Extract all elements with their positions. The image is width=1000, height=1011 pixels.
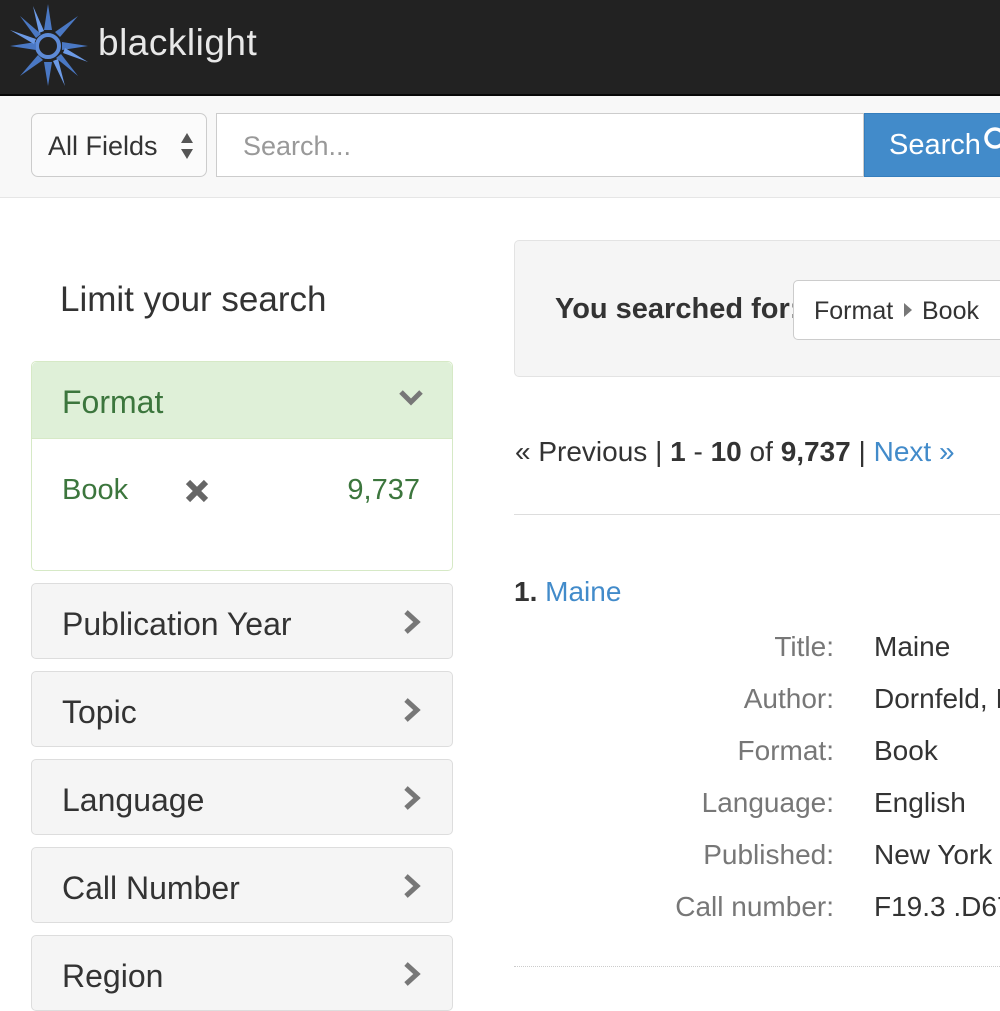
facet-format-header[interactable]: Format <box>32 362 452 439</box>
sun-logo-icon[interactable] <box>8 2 90 88</box>
facet-language[interactable]: Language <box>31 759 453 835</box>
facet-selected-value: Book <box>62 474 129 506</box>
constraint-format-book[interactable]: Format Book <box>793 280 1000 340</box>
chevron-right-icon <box>904 303 912 317</box>
facet-selected-count: 9,737 <box>347 474 420 506</box>
field-value: New York <box>874 839 993 870</box>
facet-publication-year[interactable]: Publication Year <box>31 583 453 659</box>
facet-call-number[interactable]: Call Number <box>31 847 453 923</box>
page-start: 1 <box>670 436 686 467</box>
facet-topic[interactable]: Topic <box>31 671 453 747</box>
search-button-label: Search <box>889 129 981 161</box>
result-field-row: Language: English <box>514 787 1000 827</box>
facet-label: Call Number <box>62 870 240 906</box>
field-value: Maine <box>874 631 951 662</box>
field-label: Published: <box>703 839 834 870</box>
field-label: Language: <box>701 787 834 818</box>
pagination: « Previous | 1 - 10 of 9,737 | Next » <box>515 436 955 468</box>
page-end: 10 <box>710 436 742 467</box>
chevron-right-icon <box>404 610 421 634</box>
constraint-field: Format <box>814 297 894 325</box>
search-field-select[interactable]: All Fields <box>31 113 207 177</box>
search-form: All Fields Search... Search <box>0 96 1000 198</box>
search-icon <box>984 127 1000 149</box>
search-constraints: You searched for: Format Book <box>514 240 1000 377</box>
result-field-row: Call number: F19.3 .D67 <box>514 891 1000 931</box>
facet-label: Region <box>62 958 164 994</box>
constraint-value: Book <box>922 297 979 325</box>
chevron-right-icon <box>404 786 421 810</box>
result-field-row: Title: Maine <box>514 631 1000 671</box>
brand-name[interactable]: blacklight <box>98 22 257 64</box>
previous-link: « Previous <box>515 436 648 467</box>
sidebar-title: Limit your search <box>60 280 327 319</box>
field-value: F19.3 .D67 <box>874 891 1000 922</box>
field-value: Dornfeld, I <box>874 683 1000 714</box>
divider <box>514 966 1000 967</box>
field-value: Book <box>874 735 938 766</box>
facet-label: Topic <box>62 694 137 730</box>
chevron-down-icon <box>399 390 423 406</box>
facet-format-label: Format <box>62 384 164 420</box>
constraints-label: You searched for: <box>555 293 800 325</box>
field-label: Format: <box>737 735 834 766</box>
pagination-separator: | <box>858 436 866 467</box>
result-title: 1. Maine <box>514 576 621 608</box>
search-button[interactable]: Search <box>864 113 1000 177</box>
chevron-right-icon <box>404 962 421 986</box>
result-field-row: Format: Book <box>514 735 1000 775</box>
field-value: English <box>874 787 966 818</box>
divider <box>514 514 1000 515</box>
page-dash: - <box>693 436 703 467</box>
search-placeholder: Search... <box>243 131 352 161</box>
field-label: Call number: <box>675 891 834 922</box>
chevron-right-icon <box>404 698 421 722</box>
field-label: Title: <box>774 631 834 662</box>
facet-label: Publication Year <box>62 606 292 642</box>
search-field-select-value: All Fields <box>48 131 158 161</box>
next-link[interactable]: Next » <box>874 436 955 467</box>
navbar: blacklight <box>0 0 1000 96</box>
result-number: 1. <box>514 576 538 607</box>
search-input[interactable]: Search... <box>216 113 864 177</box>
pagination-separator: | <box>655 436 663 467</box>
total-count: 9,737 <box>780 436 851 467</box>
result-title-link[interactable]: Maine <box>545 576 621 607</box>
field-label: Author: <box>743 683 834 714</box>
result-field-row: Published: New York <box>514 839 1000 879</box>
chevron-right-icon <box>404 874 421 898</box>
facet-format: Format Book 9,737 <box>31 361 453 571</box>
page-of: of <box>749 436 773 467</box>
remove-icon[interactable] <box>184 478 210 504</box>
result-field-row: Author: Dornfeld, I <box>514 683 1000 723</box>
select-arrows-icon <box>181 133 193 159</box>
facet-label: Language <box>62 782 205 818</box>
